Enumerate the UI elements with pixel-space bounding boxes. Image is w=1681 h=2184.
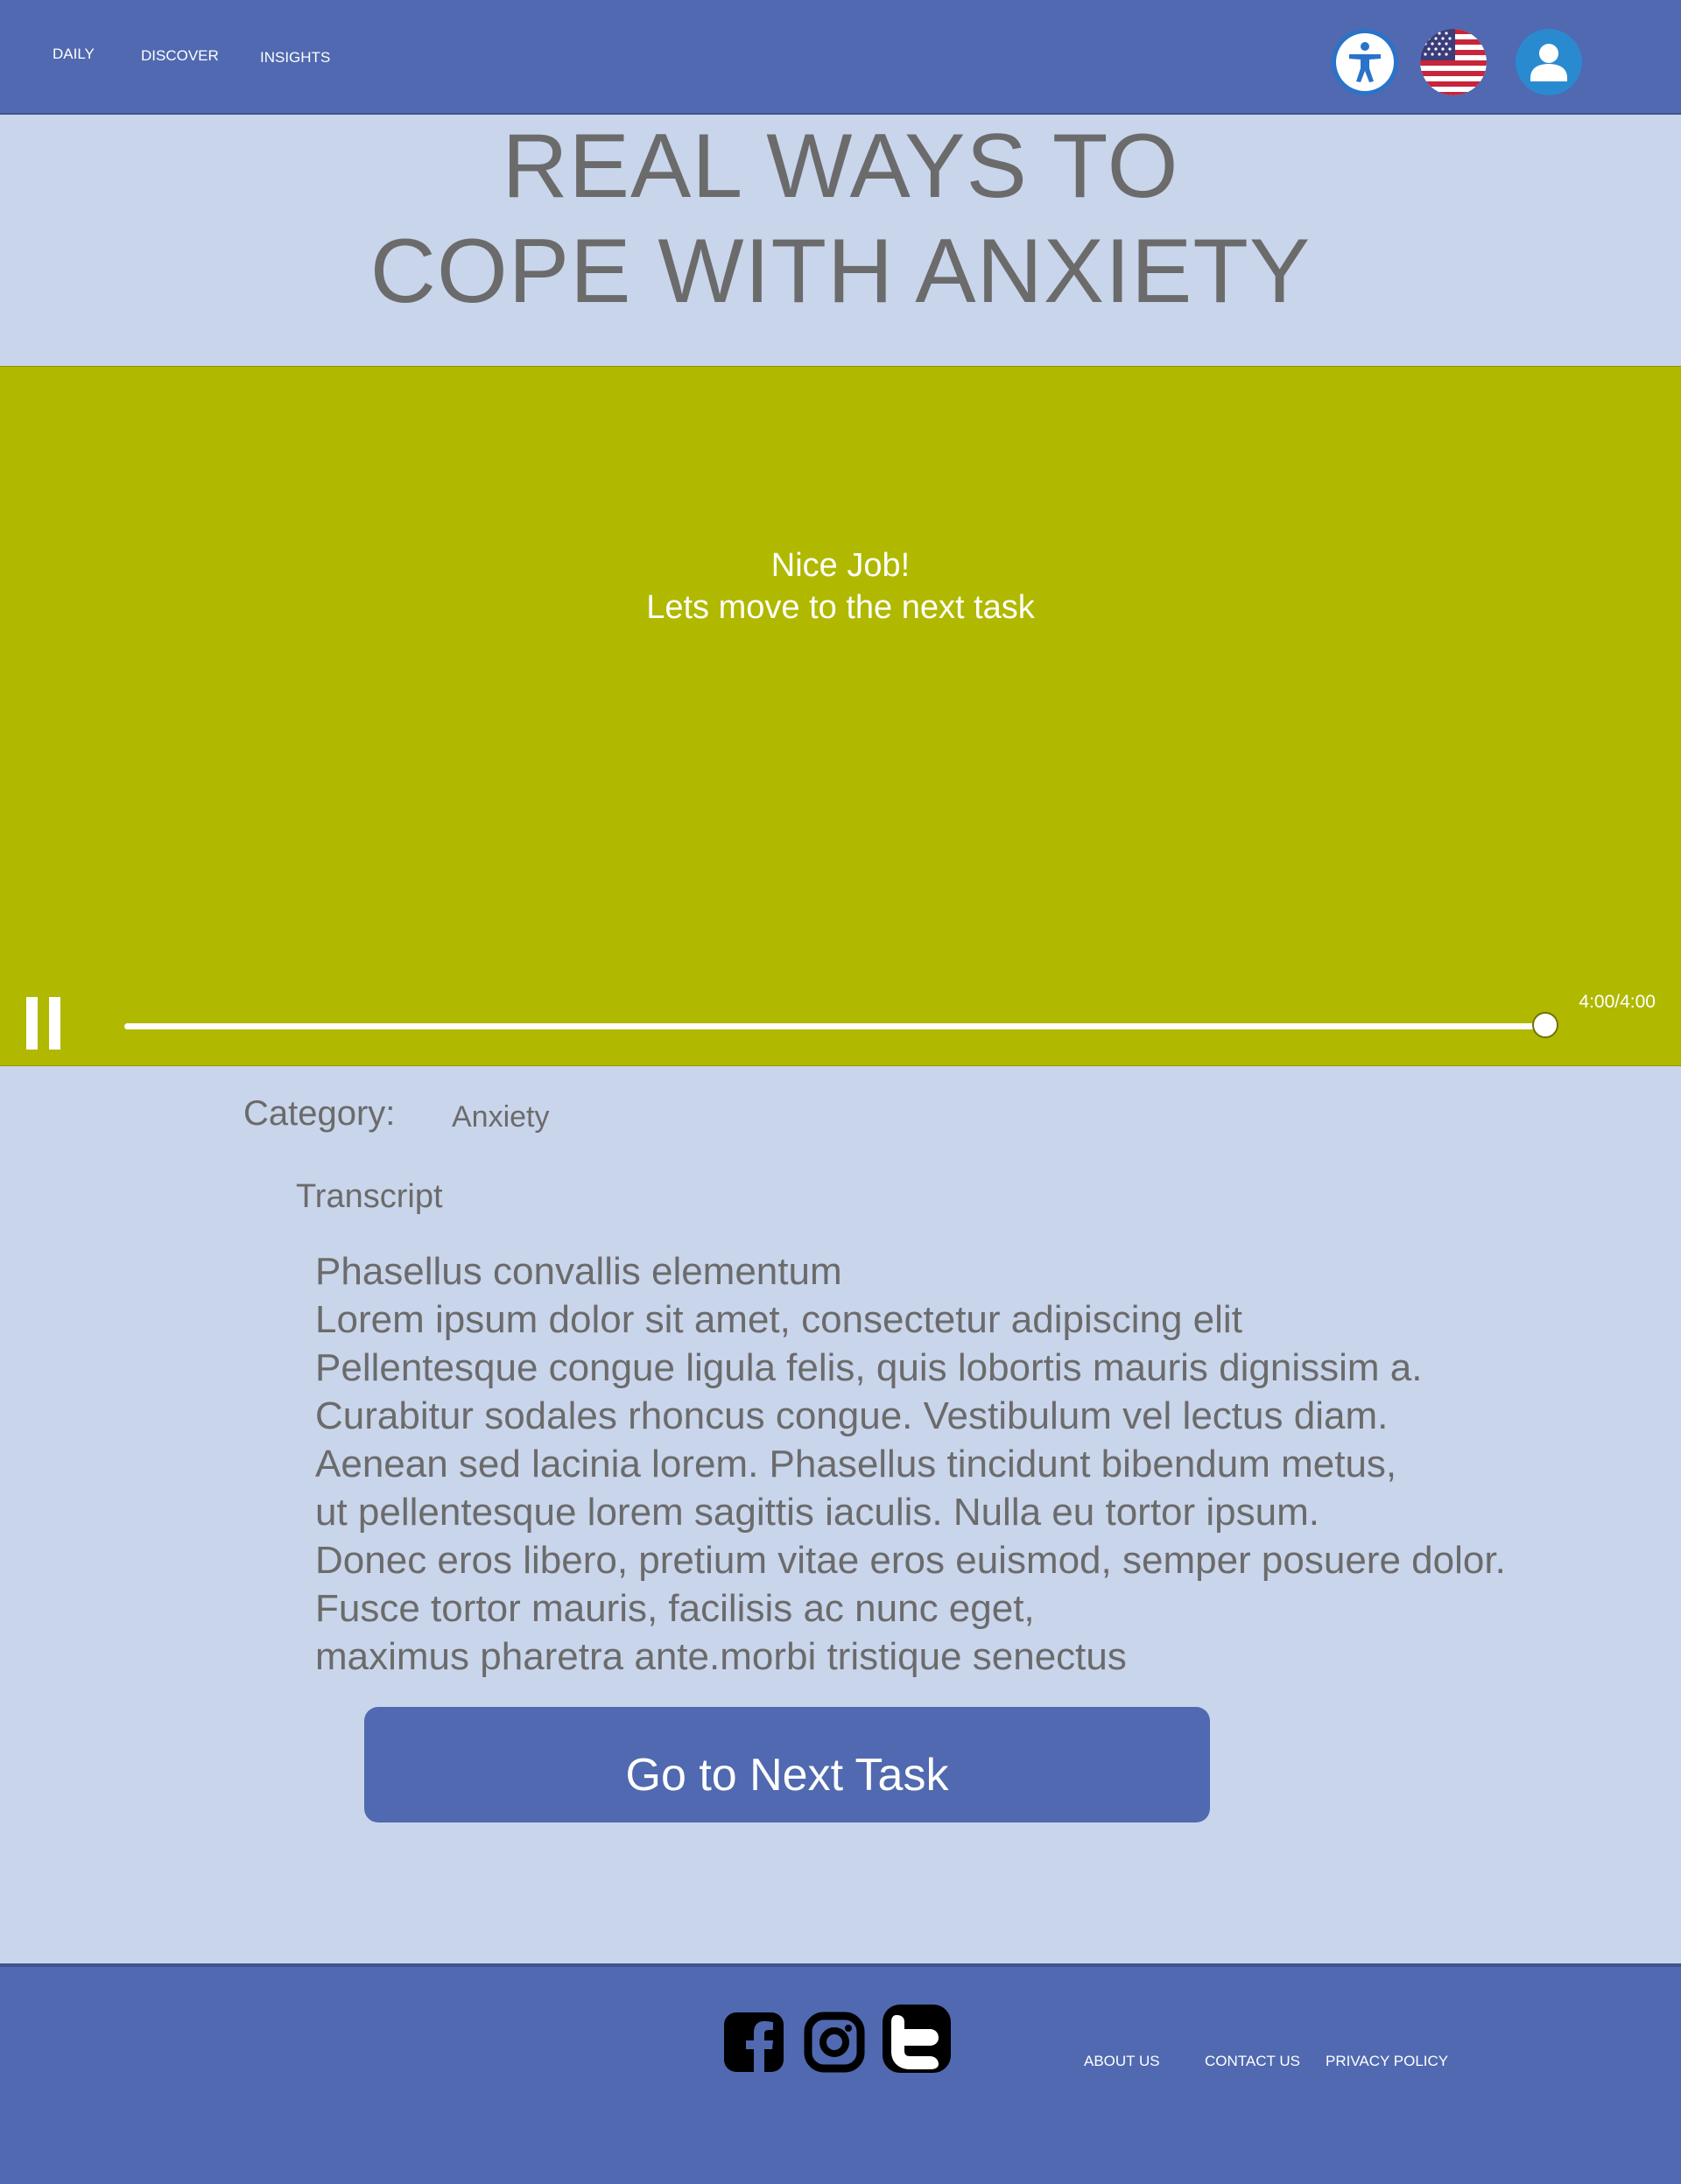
transcript-line: Lorem ipsum dolor sit amet, consectetur … <box>315 1298 1242 1341</box>
pause-icon-bar <box>49 997 60 1050</box>
transcript-line: Fusce tortor mauris, facilisis ac nunc e… <box>315 1587 1035 1630</box>
page-title-line-1: REAL WAYS TO <box>502 116 1179 217</box>
transcript-line: maximus pharetra ante.morbi tristique se… <box>315 1635 1127 1678</box>
playback-time: 4:00/4:00 <box>1579 992 1656 1012</box>
nav-daily[interactable]: DAILY <box>53 46 95 63</box>
transcript-text: Phasellus convallis elementum Lorem ipsu… <box>315 1247 1628 1681</box>
instagram-icon[interactable] <box>803 2011 866 2074</box>
nav-insights[interactable]: INSIGHTS <box>260 49 330 67</box>
transcript-line: ut pellentesque lorem sagittis iaculis. … <box>315 1491 1319 1534</box>
transcript-line: Curabitur sodales rhoncus congue. Vestib… <box>315 1394 1389 1437</box>
pause-button[interactable] <box>26 997 65 1050</box>
completion-submessage: Lets move to the next task <box>646 589 1035 626</box>
progress-fill <box>124 1023 1545 1029</box>
next-task-button[interactable]: Go to Next Task <box>364 1707 1210 1822</box>
transcript-line: Aenean sed lacinia lorem. Phasellus tinc… <box>315 1443 1397 1485</box>
facebook-icon[interactable] <box>722 2011 785 2074</box>
category-value: Anxiety <box>452 1100 550 1134</box>
us-flag-icon[interactable] <box>1420 29 1487 95</box>
page-title: REAL WAYS TO COPE WITH ANXIETY <box>0 114 1681 324</box>
transcript-line: Phasellus convallis elementum <box>315 1250 842 1293</box>
completion-message: Nice Job! <box>770 547 911 584</box>
footer-about-us-link[interactable]: ABOUT US <box>1084 2053 1160 2070</box>
twitter-icon[interactable] <box>881 2003 953 2075</box>
transcript-heading: Transcript <box>296 1178 443 1215</box>
nav-discover[interactable]: DISCOVER <box>141 47 219 65</box>
top-nav-bar: DAILY DISCOVER INSIGHTS <box>0 0 1681 115</box>
progress-handle[interactable] <box>1532 1012 1558 1038</box>
category-label: Category: <box>243 1094 396 1133</box>
progress-track[interactable] <box>124 1012 1558 1038</box>
accessibility-icon[interactable] <box>1332 29 1398 95</box>
user-profile-icon[interactable] <box>1516 29 1582 95</box>
video-player[interactable]: Nice Job! Lets move to the next task 4:0… <box>0 366 1681 1066</box>
transcript-line: Donec eros libero, pretium vitae eros eu… <box>315 1539 1506 1582</box>
transcript-line: Pellentesque congue ligula felis, quis l… <box>315 1346 1423 1389</box>
page-title-line-2: COPE WITH ANXIETY <box>369 221 1312 322</box>
footer-privacy-policy-link[interactable]: PRIVACY POLICY <box>1326 2053 1448 2070</box>
pause-icon <box>26 997 38 1050</box>
footer-contact-us-link[interactable]: CONTACT US <box>1205 2053 1300 2070</box>
footer: ABOUT US CONTACT US PRIVACY POLICY <box>0 1963 1681 2184</box>
